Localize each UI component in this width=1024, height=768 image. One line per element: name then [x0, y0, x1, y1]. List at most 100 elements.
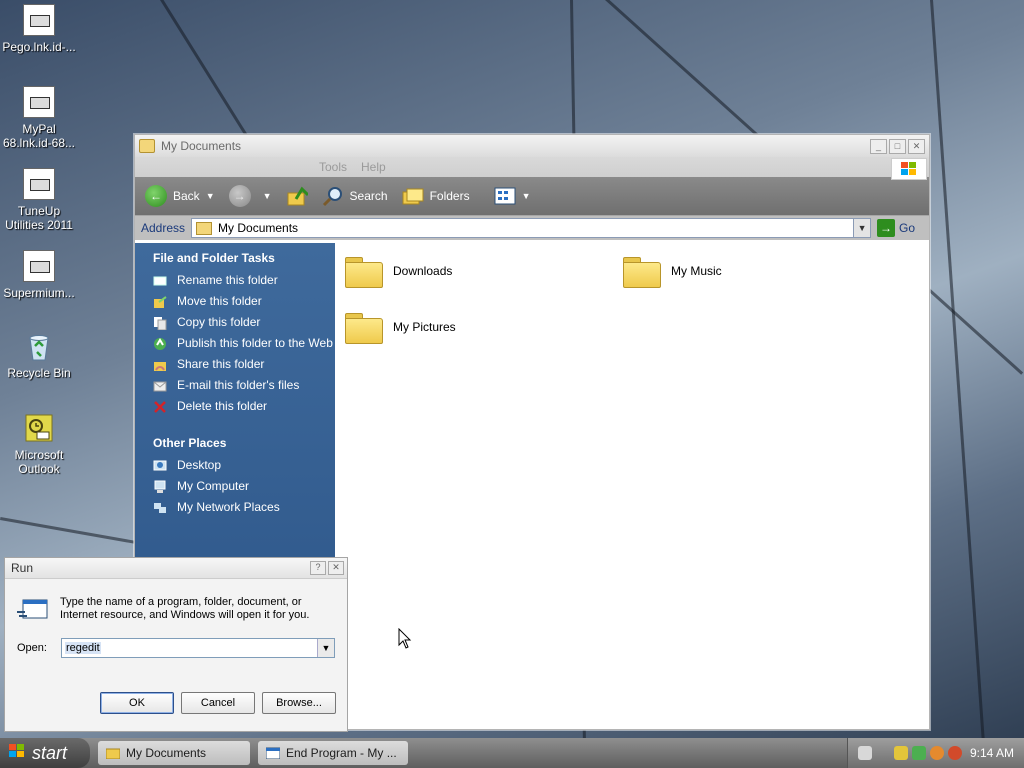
back-button[interactable]: ← Back ▼ [145, 185, 215, 207]
chevron-down-icon[interactable]: ▼ [206, 191, 215, 201]
task-label: Share this folder [177, 357, 265, 371]
menu-tools[interactable]: Tools [319, 160, 347, 174]
close-button[interactable]: ✕ [908, 138, 925, 154]
copy-icon [154, 317, 167, 330]
folders-label: Folders [429, 189, 470, 203]
wallpaper-line [160, 0, 258, 153]
views-icon [494, 187, 516, 205]
desktop-icon-recycle-bin[interactable]: Recycle Bin [0, 330, 78, 380]
folders-icon [402, 188, 424, 205]
shield-icon[interactable] [893, 746, 908, 760]
folder-label: Downloads [393, 264, 453, 278]
taskbar-button-label: My Documents [126, 746, 207, 760]
place-desktop[interactable]: Desktop [153, 458, 335, 473]
network-icon[interactable] [911, 746, 926, 760]
forward-button[interactable]: → ▼ [228, 185, 272, 207]
folder-icon [106, 748, 120, 759]
desktop-icon-pego[interactable]: Pego.lnk.id-... [0, 4, 78, 54]
folder-icon [196, 221, 213, 235]
task-delete-folder[interactable]: Delete this folder [153, 399, 335, 414]
window-title: My Documents [161, 139, 242, 153]
folder-label: My Music [671, 264, 722, 278]
folder-view: Downloads My Music My Pictures [335, 243, 929, 729]
task-publish-folder[interactable]: Publish this folder to the Web [153, 336, 335, 351]
views-button[interactable]: ▼ [494, 187, 531, 205]
search-icon [322, 187, 342, 207]
search-icon[interactable] [929, 746, 944, 760]
windows-logo-icon [891, 158, 927, 180]
task-label: Move this folder [177, 294, 262, 308]
chevron-down-icon[interactable]: ▼ [853, 219, 871, 237]
cancel-button[interactable]: Cancel [181, 692, 255, 714]
up-folder-icon [287, 186, 308, 206]
folder-label: My Pictures [393, 320, 456, 334]
maximize-button[interactable]: □ [889, 138, 906, 154]
open-input-value[interactable]: regedit [65, 642, 101, 654]
search-button[interactable]: Search [322, 185, 388, 207]
task-label: E-mail this folder's files [177, 378, 300, 392]
folder-item-my-pictures[interactable]: My Pictures [345, 311, 456, 344]
desktop-icon-label: Microsoft Outlook [14, 448, 64, 476]
taskbar-button-end-program[interactable]: End Program - My ... [258, 741, 408, 765]
desktop-icon-label: Recycle Bin [7, 366, 71, 380]
task-rename-folder[interactable]: Rename this folder [153, 273, 335, 288]
place-label: Desktop [177, 458, 222, 472]
window-icon [266, 747, 280, 759]
folders-button[interactable]: Folders [402, 186, 470, 206]
desktop-icon-mypal[interactable]: MyPal 68.lnk.id-68... [0, 86, 78, 150]
address-input[interactable]: My Documents ▼ [191, 218, 872, 238]
run-description: Type the name of a program, folder, docu… [60, 596, 310, 621]
go-button[interactable]: → Go [877, 219, 915, 237]
help-button[interactable]: ? [310, 561, 326, 575]
app-tray-icon[interactable] [947, 746, 962, 760]
explorer-titlebar[interactable]: My Documents _ □ ✕ [135, 135, 929, 157]
desktop-icon-outlook[interactable]: Microsoft Outlook [0, 412, 78, 476]
taskbar-button-my-documents[interactable]: My Documents [98, 741, 250, 765]
folder-icon [139, 139, 155, 153]
shortcut-icon [23, 168, 55, 200]
recycle-bin-icon [23, 330, 55, 362]
folder-item-downloads[interactable]: Downloads [345, 255, 453, 288]
minimize-button[interactable]: _ [870, 138, 887, 154]
task-move-folder[interactable]: Move this folder [153, 294, 335, 309]
network-icon [154, 503, 166, 513]
taskbar: start My Documents End Program - My ... … [0, 738, 1024, 768]
task-share-folder[interactable]: Share this folder [153, 357, 335, 372]
desktop-icon-label: MyPal 68.lnk.id-68... [2, 122, 76, 150]
place-network[interactable]: My Network Places [153, 500, 335, 515]
other-places-heading[interactable]: Other Places [153, 436, 335, 450]
ok-button[interactable]: OK [100, 692, 174, 714]
task-email-files[interactable]: E-mail this folder's files [153, 378, 335, 393]
keyboard-icon[interactable] [857, 746, 872, 760]
close-button[interactable]: ✕ [328, 561, 344, 575]
menu-help[interactable]: Help [361, 160, 386, 174]
address-label: Address [141, 221, 186, 235]
windows-flag-icon [8, 743, 26, 764]
folder-icon [345, 255, 383, 288]
desktop-icon-label: TuneUp Utilities 2011 [5, 204, 73, 232]
run-title: Run [11, 561, 34, 575]
standard-toolbar: ← Back ▼ → ▼ Search Folders ▼ [135, 177, 929, 215]
clock[interactable]: 9:14 AM [970, 746, 1014, 760]
file-folder-tasks-heading[interactable]: File and Folder Tasks [153, 251, 335, 265]
computer-icon [154, 480, 166, 493]
run-icon [17, 598, 49, 622]
desktop-icon-label: Supermium... [3, 286, 75, 300]
forward-arrow-icon: → [228, 185, 251, 207]
browse-button[interactable]: Browse... [262, 692, 336, 714]
desktop-icon-supermium[interactable]: Supermium... [0, 250, 78, 300]
task-copy-folder[interactable]: Copy this folder [153, 315, 335, 330]
run-titlebar[interactable]: Run ? ✕ [5, 558, 347, 579]
system-tray: 9:14 AM [846, 738, 1024, 768]
chevron-down-icon[interactable]: ▼ [317, 639, 334, 657]
up-folder-button[interactable] [286, 185, 308, 207]
start-button[interactable]: start [0, 738, 90, 768]
chevron-down-icon[interactable]: ▼ [263, 191, 272, 201]
open-combobox[interactable]: regedit ▼ [61, 638, 335, 658]
place-my-computer[interactable]: My Computer [153, 479, 335, 494]
taskbar-button-label: End Program - My ... [286, 746, 397, 760]
folder-item-my-music[interactable]: My Music [623, 255, 722, 288]
desktop-icon-tuneup[interactable]: TuneUp Utilities 2011 [0, 168, 78, 232]
chevron-down-icon[interactable]: ▼ [522, 191, 531, 201]
address-value: My Documents [218, 221, 299, 235]
